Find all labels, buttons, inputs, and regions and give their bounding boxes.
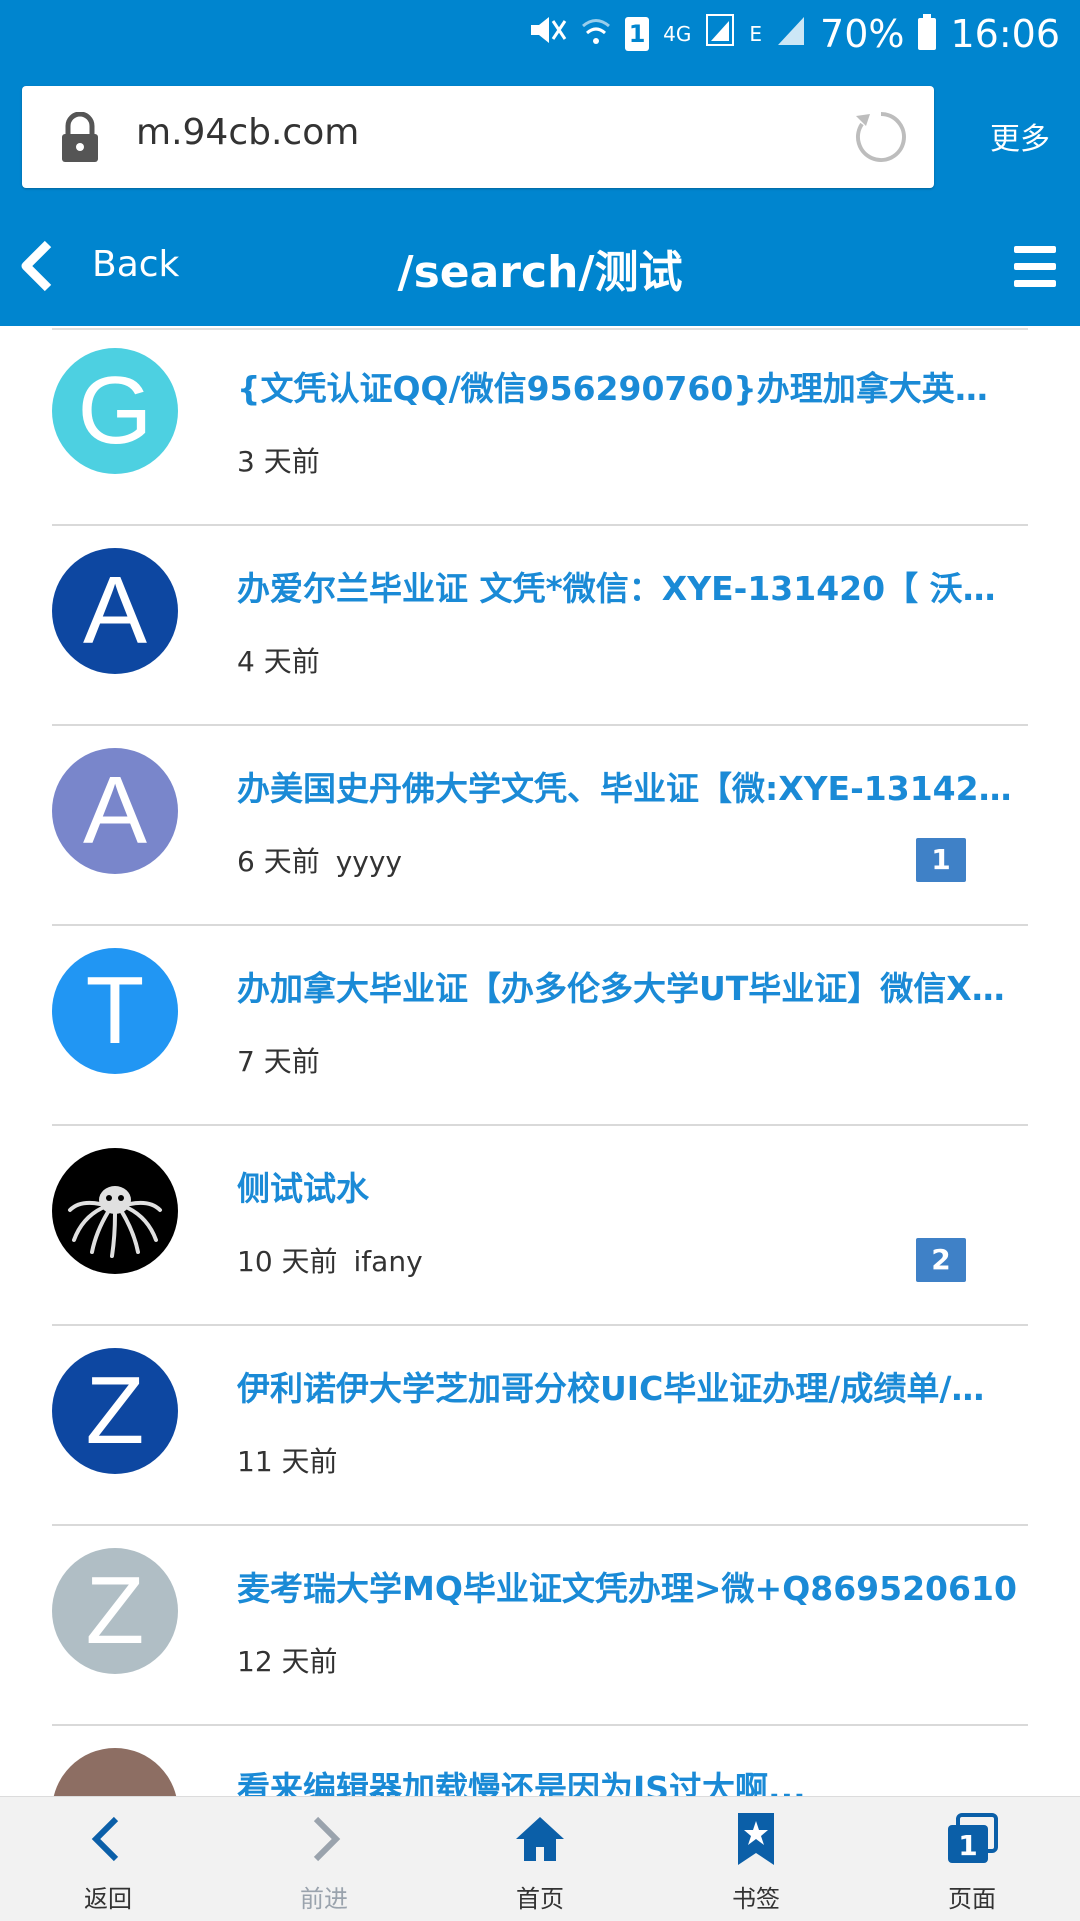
battery-percent: 70% (820, 12, 905, 56)
topic-title[interactable]: 办加拿大毕业证【办多伦多大学UT毕业证】微信XYE-131420 (237, 962, 1017, 1010)
topic-title[interactable]: 侧试试水 (237, 1162, 1017, 1210)
nav-home[interactable]: 首页 (432, 1797, 648, 1921)
reply-count-badge: 2 (916, 1238, 966, 1282)
address-bar[interactable]: m.94cb.com (22, 86, 934, 188)
avatar: G (52, 348, 178, 474)
avatar: A (52, 748, 178, 874)
topic-title[interactable]: 伊利诺伊大学芝加哥分校UIC毕业证办理/成绩单/文凭 (237, 1362, 1017, 1410)
topic-meta: 11 天前 (237, 1440, 338, 1480)
nav-home-label: 首页 (516, 1885, 564, 1913)
topic-title[interactable]: {文凭认证QQ/微信956290760}办理加拿大英属哥伦比亚大学毕业证 (237, 362, 1017, 410)
topic-meta: 4 天前 (237, 640, 320, 680)
nav-pages-label: 页面 (948, 1885, 996, 1913)
topic-time: 11 天前 (237, 1445, 338, 1478)
topic-time: 4 天前 (237, 645, 320, 678)
wifi-icon (581, 12, 611, 56)
topic-meta: 3 天前 (237, 440, 320, 480)
browser-toolbar: m.94cb.com 更多 (0, 68, 1080, 196)
avatar (52, 1748, 178, 1796)
nav-forward[interactable]: 前进 (216, 1797, 432, 1921)
octopus-icon (68, 1186, 162, 1258)
url-text: m.94cb.com (136, 112, 360, 153)
topic-time: 3 天前 (237, 445, 320, 478)
sim-icon: 1 (625, 17, 650, 51)
network-type: 4G (663, 22, 692, 46)
reload-icon[interactable] (852, 108, 910, 166)
list-item[interactable]: 侧试试水 10 天前 ifany 2 (52, 1126, 1028, 1326)
avatar: T (52, 948, 178, 1074)
topic-meta: 10 天前 ifany (237, 1240, 423, 1280)
clock: 16:06 (950, 12, 1060, 56)
topic-title[interactable]: 看来编辑器加载慢还是因为JS过大啊... (237, 1762, 1017, 1796)
pages-icon: 1 (948, 1813, 998, 1863)
list-item[interactable]: A 办爱尔兰毕业证 文凭*微信：XYE-131420【 沃特福德理工学院 4 天… (52, 526, 1028, 726)
chevron-left-icon (91, 1816, 119, 1862)
chevron-right-icon (313, 1816, 341, 1862)
avatar: A (52, 548, 178, 674)
avatar (52, 1148, 178, 1274)
list-item[interactable]: G {文凭认证QQ/微信956290760}办理加拿大英属哥伦比亚大学毕业证 3… (52, 326, 1028, 526)
list-item[interactable]: T 办加拿大毕业证【办多伦多大学UT毕业证】微信XYE-131420 7 天前 (52, 926, 1028, 1126)
bottom-nav: 返回 前进 首页 书签 1 页面 (0, 1796, 1080, 1921)
list-item[interactable]: 看来编辑器加载慢还是因为JS过大啊... (52, 1726, 1028, 1796)
list-item[interactable]: Z 伊利诺伊大学芝加哥分校UIC毕业证办理/成绩单/文凭 11 天前 (52, 1326, 1028, 1526)
edge-indicator: E (749, 22, 763, 46)
pages-count: 1 (958, 1829, 977, 1862)
mute-icon (527, 12, 567, 56)
topic-time: 10 天前 (237, 1245, 338, 1278)
topic-time: 6 天前 (237, 845, 320, 878)
bookmark-star-icon (738, 1813, 774, 1865)
topic-meta: 7 天前 (237, 1040, 320, 1080)
topic-list: G {文凭认证QQ/微信956290760}办理加拿大英属哥伦比亚大学毕业证 3… (0, 326, 1080, 1796)
avatar: Z (52, 1548, 178, 1674)
topic-meta: 12 天前 (237, 1640, 338, 1680)
nav-pages[interactable]: 1 页面 (864, 1797, 1080, 1921)
nav-bookmarks-label: 书签 (732, 1885, 780, 1913)
topic-time: 12 天前 (237, 1645, 338, 1678)
signal-icon (705, 12, 735, 56)
avatar: Z (52, 1348, 178, 1474)
hamburger-menu-icon[interactable] (1014, 246, 1056, 288)
nav-back[interactable]: 返回 (0, 1797, 216, 1921)
status-icons: 1 4G E 70% 16:06 (527, 10, 1060, 58)
home-icon (516, 1817, 564, 1861)
page-title: /search/测试 (397, 247, 683, 298)
status-bar: 1 4G E 70% 16:06 (0, 0, 1080, 68)
more-button[interactable]: 更多 (990, 114, 1050, 158)
topic-time: 7 天前 (237, 1045, 320, 1078)
topic-title[interactable]: 麦考瑞大学MQ毕业证文凭办理>微+Q869520610 (237, 1562, 1017, 1610)
topic-title[interactable]: 办爱尔兰毕业证 文凭*微信：XYE-131420【 沃特福德理工学院 (237, 562, 1017, 610)
battery-icon (918, 14, 937, 50)
nav-bookmarks[interactable]: 书签 (648, 1797, 864, 1921)
topic-author[interactable]: ifany (354, 1245, 423, 1278)
nav-forward-label: 前进 (300, 1885, 348, 1913)
signal-icon-2 (776, 12, 806, 56)
topic-author[interactable]: yyyy (336, 845, 402, 878)
topic-meta: 6 天前 yyyy (237, 840, 402, 880)
list-item[interactable]: Z 麦考瑞大学MQ毕业证文凭办理>微+Q869520610 12 天前 (52, 1526, 1028, 1726)
lock-icon (62, 112, 98, 162)
page-header: Back /search/测试 (0, 196, 1080, 326)
list-item[interactable]: A 办美国史丹佛大学文凭、毕业证【微:XYE-131420】 6 天前 yyyy … (52, 726, 1028, 926)
topic-title[interactable]: 办美国史丹佛大学文凭、毕业证【微:XYE-131420】 (237, 762, 1017, 810)
reply-count-badge: 1 (916, 838, 966, 882)
nav-back-label: 返回 (84, 1885, 132, 1913)
